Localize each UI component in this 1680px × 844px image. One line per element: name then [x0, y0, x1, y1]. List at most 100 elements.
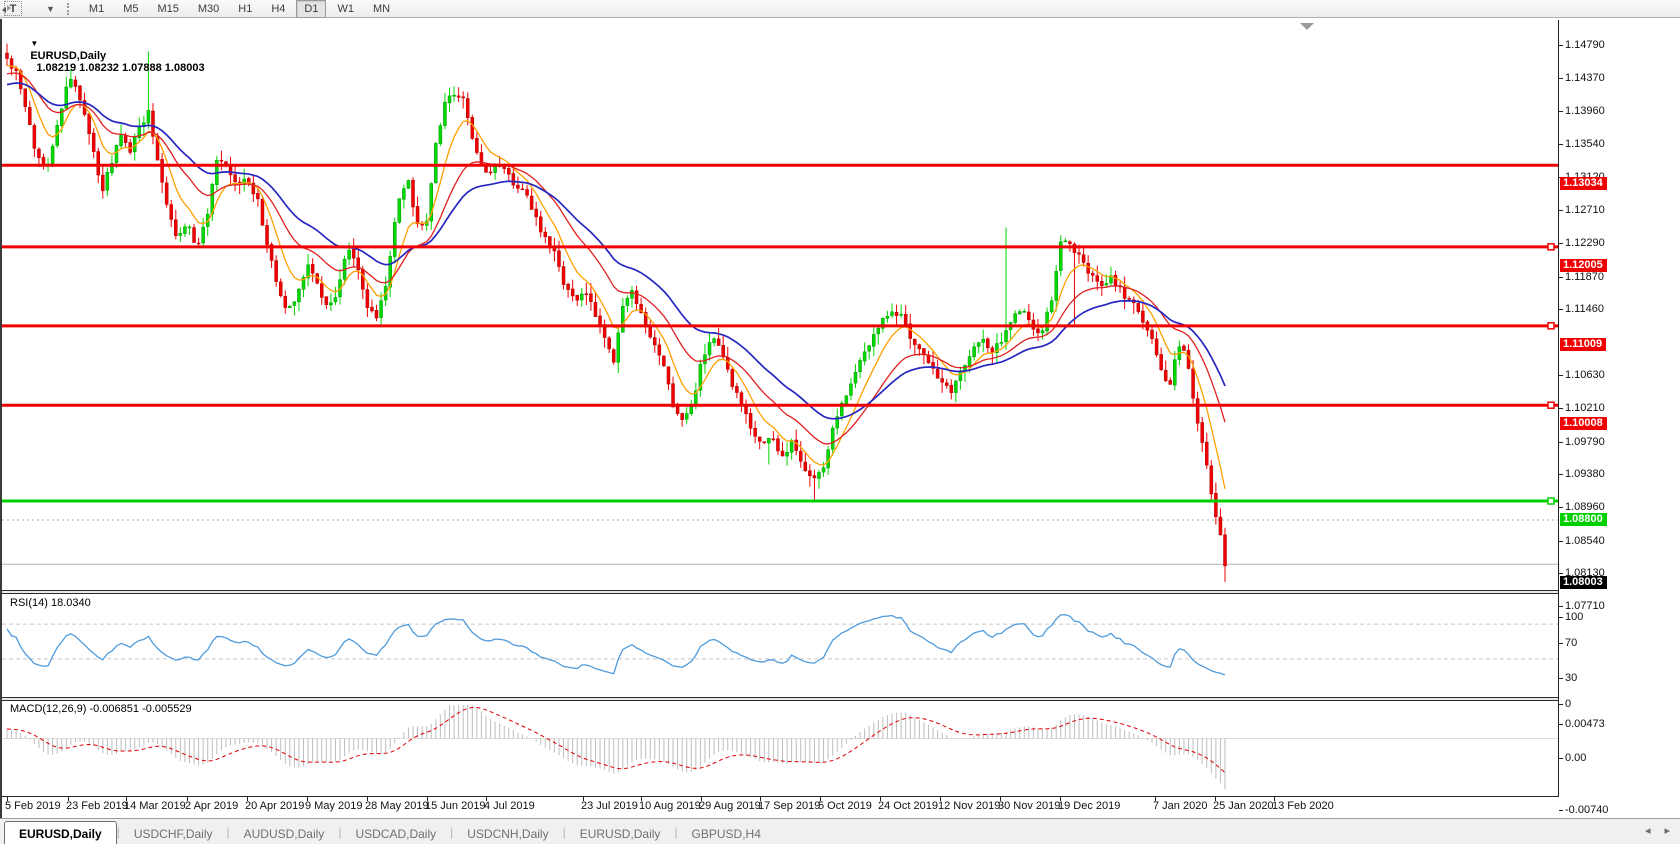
level-line-handle[interactable]: [1548, 402, 1554, 408]
last-price-badge: 1.08003: [1560, 576, 1607, 589]
symbol-dropdown-icon[interactable]: ▼: [30, 39, 38, 48]
date-tick-label: 24 Oct 2019: [878, 800, 938, 812]
timeframe-button-m1[interactable]: M1: [81, 0, 112, 18]
price-tick-label: 1.12710: [1565, 204, 1605, 216]
tab-scroll-arrows: ◂ ▸: [1645, 824, 1670, 837]
date-tick-label: 9 May 2019: [305, 800, 362, 812]
level-line-handle[interactable]: [1548, 323, 1554, 329]
timeframe-button-h1[interactable]: H1: [230, 0, 260, 18]
tool-dropdown-button[interactable]: ▼: [44, 1, 57, 16]
macd-label: MACD(12,26,9) -0.006851 -0.005529: [10, 703, 192, 715]
price-level-badge: 1.08800: [1560, 513, 1607, 526]
date-tick-label: 23 Feb 2019: [66, 800, 128, 812]
date-tick-label: 5 Feb 2019: [5, 800, 61, 812]
price-level-badge: 1.12005: [1560, 259, 1607, 272]
timeframe-button-h4[interactable]: H4: [263, 0, 293, 18]
price-tick-mark: [1559, 45, 1563, 46]
price-tick-label: 1.10630: [1565, 369, 1605, 381]
terminal-window: T ▼ M1M5M15M30H1H4D1W1MN ▼ EURUSD,Daily …: [0, 0, 1680, 844]
price-axis[interactable]: 1.147901.143701.139601.135401.131201.127…: [1558, 20, 1680, 797]
price-tick-mark: [1559, 724, 1563, 725]
timeframe-button-m15[interactable]: M15: [149, 0, 186, 18]
price-tick-mark: [1559, 408, 1563, 409]
price-tick-mark: [1559, 144, 1563, 145]
cursor-mode-icon[interactable]: [24, 1, 42, 16]
price-tick-mark: [1559, 617, 1563, 618]
price-tick-mark: [1559, 375, 1563, 376]
chart-tab-usdcnh-daily[interactable]: USDCNH,Daily: [453, 823, 562, 844]
price-tick-label: 1.10210: [1565, 402, 1605, 414]
price-tick-mark: [1559, 442, 1563, 443]
date-tick-label: 17 Sep 2019: [758, 800, 820, 812]
chart-symbol-label: EURUSD,Daily: [30, 50, 106, 62]
rsi-plot[interactable]: [2, 593, 1558, 697]
price-tick-label: 0: [1565, 698, 1571, 710]
rsi-line: [7, 615, 1225, 675]
timeframe-button-d1[interactable]: D1: [296, 0, 326, 18]
timeframe-button-m5[interactable]: M5: [115, 0, 146, 18]
tab-scroll-left-icon[interactable]: ◂: [1645, 824, 1651, 837]
chart-tab-usdcad-daily[interactable]: USDCAD,Daily: [341, 823, 450, 844]
timeframe-button-w1[interactable]: W1: [329, 0, 362, 18]
date-tick-label: 15 Jun 2019: [425, 800, 486, 812]
chart-tab-eurusd-daily[interactable]: EURUSD,Daily: [566, 823, 675, 844]
price-tick-mark: [1559, 606, 1563, 607]
price-tick-mark: [1559, 210, 1563, 211]
date-tick-label: 19 Dec 2019: [1058, 800, 1120, 812]
timeframe-button-m30[interactable]: M30: [190, 0, 227, 18]
price-tick-label: 1.14790: [1565, 39, 1605, 51]
macd-plot[interactable]: [2, 700, 1558, 796]
ma-slow-line[interactable]: [7, 83, 1225, 419]
price-tick-mark: [1559, 78, 1563, 79]
price-tick-label: -0.00740: [1565, 804, 1608, 816]
date-tick-label: 30 Nov 2019: [998, 800, 1060, 812]
price-tick-label: 1.08540: [1565, 535, 1605, 547]
price-tick-mark: [1559, 643, 1563, 644]
chart-tab-gbpusd-h4[interactable]: GBPUSD,H4: [678, 823, 775, 844]
date-tick-label: 14 Mar 2019: [124, 800, 186, 812]
date-tick-label: 12 Nov 2019: [938, 800, 1000, 812]
level-line-handle[interactable]: [1548, 244, 1554, 250]
price-tick-mark: [1559, 573, 1563, 574]
chart-tab-audusd-daily[interactable]: AUDUSD,Daily: [230, 823, 339, 844]
date-tick-label: 10 Aug 2019: [639, 800, 701, 812]
main-chart-plot[interactable]: [2, 20, 1558, 589]
price-tick-label: 100: [1565, 611, 1583, 623]
price-tick-mark: [1559, 678, 1563, 679]
ma-fast-line[interactable]: [7, 65, 1225, 488]
date-tick-label: 23 Jul 2019: [581, 800, 638, 812]
macd-histogram: [7, 705, 1225, 789]
price-tick-mark: [1559, 758, 1563, 759]
toolbar-grip: [67, 3, 73, 15]
level-line-handle[interactable]: [1548, 498, 1554, 504]
price-tick-mark: [1559, 277, 1563, 278]
price-tick-mark: [1559, 704, 1563, 705]
rsi-label: RSI(14) 18.0340: [10, 597, 91, 609]
price-level-badge: 1.11009: [1560, 338, 1606, 351]
date-tick-label: 25 Jan 2020: [1213, 800, 1274, 812]
chart-window: ▼ EURUSD,Daily 1.08219 1.08232 1.07888 1…: [0, 19, 1680, 818]
chart-shift-marker-icon[interactable]: [1300, 23, 1314, 30]
date-axis[interactable]: 5 Feb 201923 Feb 201914 Mar 20192 Apr 20…: [2, 797, 1680, 818]
price-tick-label: 70: [1565, 637, 1577, 649]
chart-ohlc-values: 1.08219 1.08232 1.07888 1.08003: [36, 62, 204, 74]
price-tick-mark: [1559, 309, 1563, 310]
price-level-badge: 1.10008: [1560, 417, 1607, 430]
price-tick-label: 1.12290: [1565, 237, 1605, 249]
ma-medium-line[interactable]: [7, 73, 1225, 444]
date-tick-label: 28 May 2019: [365, 800, 429, 812]
price-tick-mark: [1559, 243, 1563, 244]
timeframe-button-mn[interactable]: MN: [365, 0, 398, 18]
price-tick-label: 1.11870: [1565, 271, 1604, 283]
price-tick-mark: [1559, 810, 1563, 811]
date-tick-label: 20 Apr 2019: [245, 800, 304, 812]
price-tick-label: 1.13960: [1565, 105, 1605, 117]
chart-tab-eurusd-daily[interactable]: EURUSD,Daily: [4, 821, 117, 844]
chart-tab-usdchf-daily[interactable]: USDCHF,Daily: [120, 823, 227, 844]
price-tick-mark: [1559, 507, 1563, 508]
tab-scroll-right-icon[interactable]: ▸: [1664, 824, 1670, 837]
main-toolbar: T ▼ M1M5M15M30H1H4D1W1MN: [0, 0, 1680, 18]
chart-header: ▼ EURUSD,Daily 1.08219 1.08232 1.07888 1…: [12, 26, 205, 86]
date-tick-label: 29 Aug 2019: [699, 800, 761, 812]
date-tick-label: 7 Jan 2020: [1153, 800, 1207, 812]
